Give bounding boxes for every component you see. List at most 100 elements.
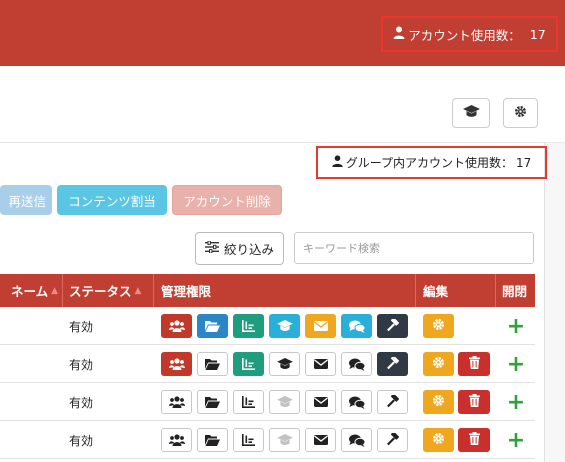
envelope-icon bbox=[313, 359, 328, 369]
panel-divider bbox=[0, 142, 545, 143]
graduation-cap-icon bbox=[462, 105, 480, 121]
comments-icon bbox=[348, 320, 365, 333]
permission-toggle-gavel[interactable] bbox=[377, 352, 408, 376]
expand-plus-icon[interactable]: + bbox=[505, 387, 527, 417]
resend-label: 再送信 bbox=[8, 193, 46, 209]
permission-toggle-gavel[interactable] bbox=[377, 314, 408, 338]
edit-button[interactable] bbox=[423, 390, 454, 414]
permission-toggle-envelope[interactable] bbox=[305, 314, 336, 338]
table-row: 有効 + bbox=[0, 345, 535, 383]
column-permissions-label: 管理権限 bbox=[161, 284, 212, 299]
account-usage-label: アカウント使用数： bbox=[408, 27, 521, 43]
user-icon bbox=[393, 26, 405, 42]
account-delete-button[interactable]: アカウント削除 bbox=[172, 185, 282, 215]
gear-icon bbox=[432, 318, 445, 334]
column-toggle: 開閉 bbox=[502, 274, 527, 307]
permission-toggle-envelope[interactable] bbox=[305, 428, 336, 452]
permission-toggle-comments[interactable] bbox=[341, 428, 372, 452]
sliders-icon bbox=[204, 240, 219, 256]
folder-open-icon bbox=[205, 434, 220, 446]
chart-icon bbox=[242, 434, 255, 446]
envelope-icon bbox=[313, 435, 328, 445]
content-assign-button[interactable]: コンテンツ割当 bbox=[57, 185, 167, 215]
column-name[interactable]: ネーム ▲ bbox=[0, 274, 62, 307]
expand-plus-icon[interactable]: + bbox=[505, 425, 527, 455]
column-permissions: 管理権限 bbox=[161, 274, 211, 307]
status-cell: 有効 bbox=[69, 357, 94, 372]
sort-icon: ▲ bbox=[51, 285, 58, 296]
edit-button[interactable] bbox=[423, 314, 454, 338]
column-status[interactable]: ステータス ▲ bbox=[69, 274, 153, 307]
permission-toggle-chart[interactable] bbox=[233, 390, 264, 414]
course-button[interactable] bbox=[452, 98, 490, 128]
edit-button[interactable] bbox=[423, 352, 454, 376]
permission-toggle-envelope[interactable] bbox=[305, 352, 336, 376]
permission-toggle-folder-open[interactable] bbox=[197, 390, 228, 414]
gear-icon bbox=[432, 432, 445, 448]
permission-toggle-comments[interactable] bbox=[341, 314, 372, 338]
edit-button[interactable] bbox=[423, 428, 454, 452]
graduation-cap-icon bbox=[276, 396, 293, 408]
account-usage-value: 17 bbox=[529, 26, 546, 42]
group-usage-value: 17 bbox=[516, 155, 532, 170]
chart-icon bbox=[242, 396, 255, 408]
permission-toggle-folder-open[interactable] bbox=[197, 314, 228, 338]
permission-toggle-envelope[interactable] bbox=[305, 390, 336, 414]
permission-toggle-folder-open[interactable] bbox=[197, 352, 228, 376]
permission-toggle-comments[interactable] bbox=[341, 352, 372, 376]
folder-open-icon bbox=[205, 320, 220, 332]
column-status-label: ステータス bbox=[69, 284, 132, 299]
comments-icon bbox=[348, 434, 365, 447]
trash-icon bbox=[468, 432, 480, 448]
column-name-label: ネーム bbox=[10, 284, 49, 299]
status-cell: 有効 bbox=[69, 395, 94, 410]
group-account-usage-indicator: グループ内アカウント使用数： 17 bbox=[316, 146, 547, 179]
folder-open-icon bbox=[205, 358, 220, 370]
resend-button[interactable]: 再送信 bbox=[0, 185, 52, 215]
permission-toggle-graduation-cap[interactable] bbox=[269, 390, 300, 414]
permission-toggle-comments[interactable] bbox=[341, 390, 372, 414]
gavel-icon bbox=[386, 395, 400, 409]
column-divider bbox=[495, 274, 496, 307]
account-delete-label: アカウント削除 bbox=[183, 193, 271, 209]
delete-button[interactable] bbox=[458, 428, 490, 452]
permission-toggle-gavel[interactable] bbox=[377, 390, 408, 414]
column-divider bbox=[62, 274, 63, 307]
permission-toggle-graduation-cap[interactable] bbox=[269, 428, 300, 452]
panel-gutter bbox=[545, 142, 565, 462]
delete-button[interactable] bbox=[458, 352, 490, 376]
folder-open-icon bbox=[205, 396, 220, 408]
delete-button[interactable] bbox=[458, 390, 490, 414]
permission-toggle-chart[interactable] bbox=[233, 352, 264, 376]
expand-plus-icon[interactable]: + bbox=[505, 349, 527, 379]
column-edit-label: 編集 bbox=[423, 284, 449, 299]
permission-toggle-chart[interactable] bbox=[233, 314, 264, 338]
trash-icon bbox=[468, 356, 480, 372]
table-row: 有効 + bbox=[0, 307, 535, 345]
permission-toggle-graduation-cap[interactable] bbox=[269, 352, 300, 376]
gear-icon bbox=[432, 356, 445, 372]
graduation-cap-icon bbox=[276, 320, 293, 332]
permission-toggle-folder-open[interactable] bbox=[197, 428, 228, 452]
account-usage-indicator: アカウント使用数： 17 bbox=[381, 16, 558, 52]
permission-toggle-chart[interactable] bbox=[233, 428, 264, 452]
comments-icon bbox=[348, 358, 365, 371]
permission-toggle-graduation-cap[interactable] bbox=[269, 314, 300, 338]
permission-toggle-users[interactable] bbox=[161, 390, 192, 414]
permission-toggle-gavel[interactable] bbox=[377, 428, 408, 452]
envelope-icon bbox=[313, 321, 328, 331]
top-bar: アカウント使用数： 17 bbox=[0, 0, 565, 66]
gavel-icon bbox=[386, 357, 400, 371]
settings-button[interactable] bbox=[503, 98, 538, 128]
keyword-search-input[interactable] bbox=[294, 232, 534, 264]
expand-plus-icon[interactable]: + bbox=[505, 311, 527, 341]
permission-toggle-users[interactable] bbox=[161, 428, 192, 452]
status-cell: 有効 bbox=[69, 319, 94, 334]
chart-icon bbox=[242, 320, 255, 332]
trash-icon bbox=[468, 394, 480, 410]
envelope-icon bbox=[313, 397, 328, 407]
filter-button[interactable]: 絞り込み bbox=[195, 232, 284, 265]
permission-toggle-users[interactable] bbox=[161, 352, 192, 376]
gear-icon bbox=[514, 105, 527, 121]
permission-toggle-users[interactable] bbox=[161, 314, 192, 338]
